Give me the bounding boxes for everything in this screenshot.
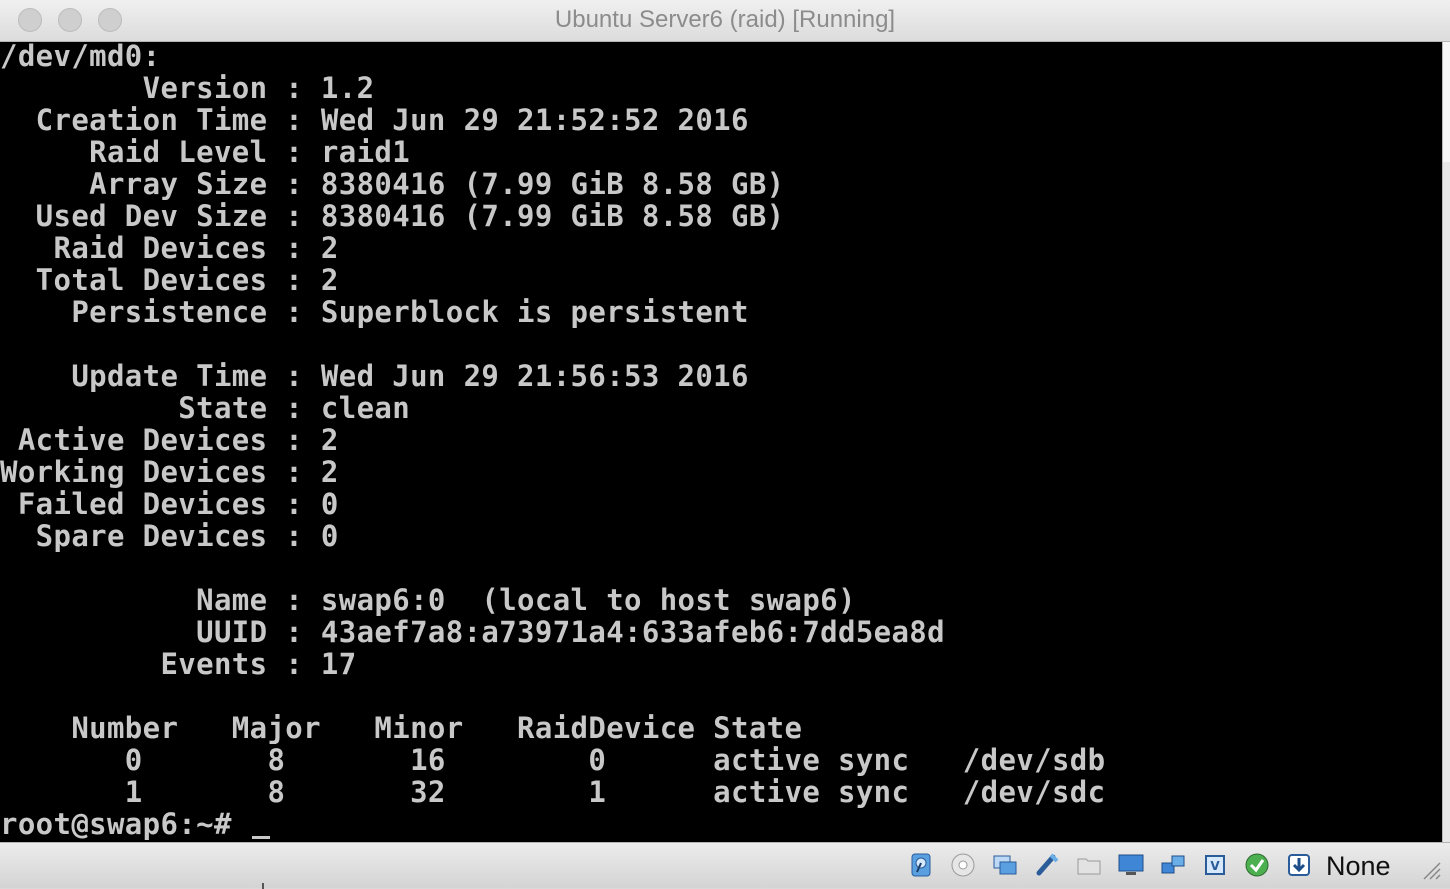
shared-folders-icon[interactable]	[1074, 850, 1104, 880]
terminal-line: Raid Level : raid1	[0, 135, 411, 169]
side-scroll-strip[interactable]	[1442, 42, 1450, 842]
terminal-line: Name : swap6:0 (local to host swap6)	[0, 583, 856, 617]
terminal-line: Version : 1.2	[0, 71, 375, 105]
terminal-line: Creation Time : Wed Jun 29 21:52:52 2016	[0, 103, 749, 137]
resize-grip-icon[interactable]	[1420, 859, 1442, 881]
vm-status-bar: V None	[0, 842, 1450, 889]
terminal-line: Total Devices : 2	[0, 263, 339, 297]
host-key-icon[interactable]	[1284, 850, 1314, 880]
terminal-line: Raid Devices : 2	[0, 231, 339, 265]
optical-drive-icon[interactable]	[948, 850, 978, 880]
terminal-line: Active Devices : 2	[0, 423, 339, 457]
network-icon[interactable]	[1158, 850, 1188, 880]
terminal-line: 0 8 16 0 active sync /dev/sdb	[0, 743, 1106, 777]
terminal-line: State : clean	[0, 391, 411, 425]
terminal-line: Failed Devices : 0	[0, 487, 339, 521]
terminal-line: 1 8 32 1 active sync /dev/sdc	[0, 775, 1106, 809]
terminal-line: Array Size : 8380416 (7.99 GiB 8.58 GB)	[0, 167, 785, 201]
terminal-line: Used Dev Size : 8380416 (7.99 GiB 8.58 G…	[0, 199, 785, 233]
svg-text:V: V	[1210, 859, 1220, 873]
usb-icon[interactable]	[1032, 850, 1062, 880]
terminal-line: /dev/md0:	[0, 42, 161, 73]
window-titlebar: Ubuntu Server6 (raid) [Running]	[0, 0, 1450, 42]
window-title: Ubuntu Server6 (raid) [Running]	[554, 6, 896, 33]
terminal-line: Working Devices : 2	[0, 455, 339, 489]
mouse-integration-icon[interactable]	[1242, 850, 1272, 880]
hard-disk-icon[interactable]	[906, 850, 936, 880]
terminal-line: Events : 17	[0, 647, 357, 681]
terminal-line: UUID : 43aef7a8:a73971a4:633afeb6:7dd5ea…	[0, 615, 945, 649]
display-icon[interactable]	[1116, 850, 1146, 880]
status-divider	[262, 883, 264, 889]
vm-console-screen[interactable]: /dev/md0: Version : 1.2 Creation Time : …	[0, 42, 1442, 842]
terminal-line: Number Major Minor RaidDevice State	[0, 711, 803, 745]
cpu-vtx-icon[interactable]: V	[1200, 850, 1230, 880]
host-key-label: None	[1326, 851, 1391, 881]
scrollbar-thumb[interactable]	[1443, 42, 1450, 162]
audio-icon[interactable]	[990, 850, 1020, 880]
terminal-line: Spare Devices : 0	[0, 519, 339, 553]
text-cursor	[252, 836, 270, 839]
shell-prompt: root@swap6:~#	[0, 807, 250, 841]
terminal-line: Persistence : Superblock is persistent	[0, 295, 749, 329]
terminal-line: Update Time : Wed Jun 29 21:56:53 2016	[0, 359, 749, 393]
